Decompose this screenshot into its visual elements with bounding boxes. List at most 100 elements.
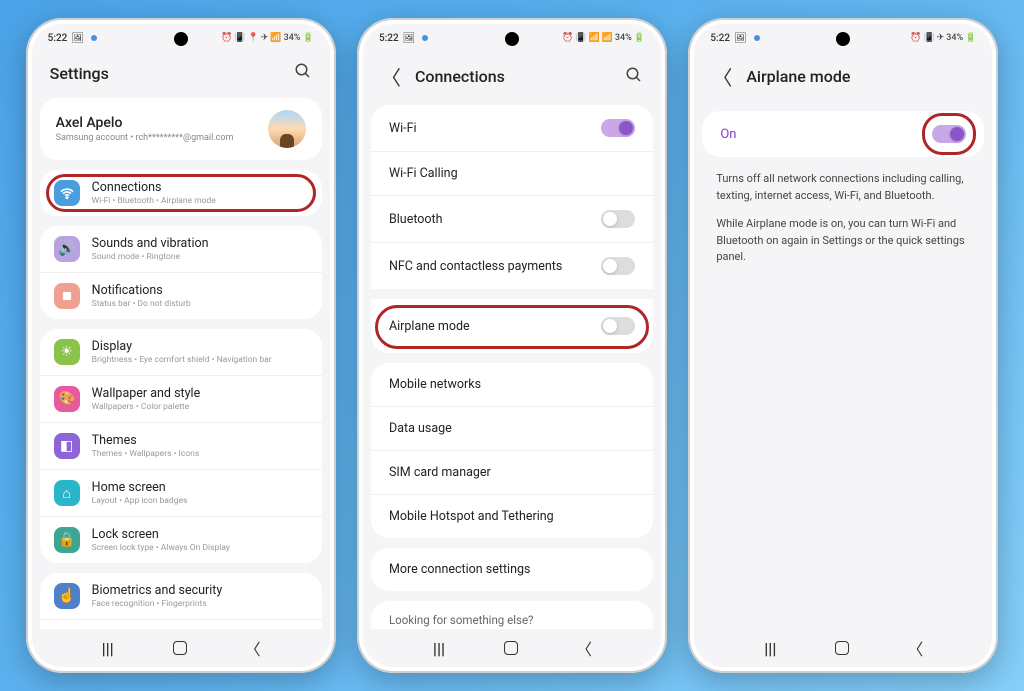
item-label: Notifications (92, 283, 308, 298)
battery-pct: 34% (615, 33, 632, 43)
biometrics-item[interactable]: ☝ Biometrics and security Face recogniti… (40, 573, 322, 619)
looking-title: Looking for something else? (389, 613, 635, 627)
notifications-item[interactable]: Notifications Status bar • Do not distur… (40, 272, 322, 319)
battery-icon: 🔋 (634, 33, 645, 43)
wifi-row[interactable]: Wi-Fi (371, 105, 653, 151)
wallpaper-icon: 🎨 (54, 386, 80, 412)
airplane-icon: ✈ (261, 33, 269, 43)
row-label: Airplane mode (389, 319, 470, 334)
nav-back-button[interactable]: 〈 (576, 636, 592, 660)
bluetooth-row[interactable]: Bluetooth (371, 195, 653, 242)
row-label: More connection settings (389, 562, 530, 577)
battery-pct: 34% (284, 33, 301, 43)
nav-home-button[interactable] (173, 641, 187, 655)
alarm-icon: ⏰ (221, 33, 232, 43)
item-sublabel: Sound mode • Ringtone (92, 252, 308, 262)
item-label: Home screen (92, 480, 308, 495)
nav-recent-button[interactable]: ||| (101, 639, 115, 658)
item-label: Lock screen (92, 527, 308, 542)
nav-back-button[interactable]: 〈 (907, 636, 923, 660)
nfc-toggle[interactable] (601, 257, 635, 275)
phone-frame-1: 5:22 🖼 ⏰ 📳 📍 ✈ 📶 34% 🔋 Settings (26, 18, 336, 673)
gallery-icon: 🖼 (734, 33, 747, 44)
avatar[interactable] (268, 110, 306, 148)
item-sublabel: Layout • App icon badges (92, 496, 308, 506)
themes-item[interactable]: ◧ Themes Themes • Wallpapers • Icons (40, 422, 322, 469)
connections-group-2: Mobile networks Data usage SIM card mana… (371, 363, 653, 538)
vibrate-icon: 📳 (575, 33, 586, 43)
wifi-icon (54, 180, 80, 206)
status-dot-icon (422, 35, 428, 41)
hotspot-row[interactable]: Mobile Hotspot and Tethering (371, 494, 653, 538)
status-dot-icon (754, 35, 760, 41)
nav-home-button[interactable] (504, 641, 518, 655)
signal2-icon: 📶 (602, 33, 613, 43)
display-item[interactable]: ☀ Display Brightness • Eye comfort shiel… (40, 329, 322, 375)
volume-buttons (335, 133, 336, 188)
item-label: Biometrics and security (92, 583, 308, 598)
power-button (666, 278, 667, 318)
settings-group-3: ☀ Display Brightness • Eye comfort shiel… (40, 329, 322, 563)
airplane-toggle[interactable] (601, 317, 635, 335)
power-button (997, 278, 998, 318)
item-sublabel: Brightness • Eye comfort shield • Naviga… (92, 355, 308, 365)
nfc-row[interactable]: NFC and contactless payments (371, 242, 653, 289)
volume-buttons (666, 133, 667, 188)
profile-card[interactable]: Axel Apelo Samsung account • rch********… (40, 98, 322, 160)
row-label: Wi-Fi (389, 121, 417, 136)
wallpaper-item[interactable]: 🎨 Wallpaper and style Wallpapers • Color… (40, 375, 322, 422)
more-settings-row[interactable]: More connection settings (371, 548, 653, 591)
front-camera (174, 32, 188, 46)
connections-group-1: Wi-Fi Wi-Fi Calling Bluetooth NFC and co… (371, 105, 653, 353)
sounds-item[interactable]: 🔊 Sounds and vibration Sound mode • Ring… (40, 226, 322, 272)
vibrate-icon: 📳 (923, 33, 934, 43)
wifi-toggle[interactable] (601, 119, 635, 137)
airplane-mode-row[interactable]: Airplane mode (371, 289, 653, 353)
biometrics-icon: ☝ (54, 583, 80, 609)
airplane-header: 〈 Airplane mode (694, 52, 992, 105)
airplane-on-row[interactable]: On (702, 111, 984, 157)
battery-pct: 34% (946, 33, 963, 43)
battery-icon: 🔋 (965, 33, 976, 43)
nav-recent-button[interactable]: ||| (432, 639, 446, 658)
status-time: 5:22 (710, 33, 730, 44)
on-label: On (720, 127, 736, 142)
mobile-networks-row[interactable]: Mobile networks (371, 363, 653, 406)
airplane-icon: ✈ (937, 33, 945, 43)
airplane-description-1: Turns off all network connections includ… (702, 171, 984, 204)
nav-back-button[interactable]: 〈 (245, 636, 261, 660)
item-sublabel: Status bar • Do not disturb (92, 299, 308, 309)
airplane-on-toggle[interactable] (932, 125, 966, 143)
privacy-item[interactable]: 🛡 Privacy Permission usage • Permission … (40, 619, 322, 629)
item-sublabel: Wi-Fi • Bluetooth • Airplane mode (92, 196, 308, 206)
sim-manager-row[interactable]: SIM card manager (371, 450, 653, 494)
status-dot-icon (91, 35, 97, 41)
signal-icon: 📶 (270, 33, 281, 43)
connections-item[interactable]: Connections Wi-Fi • Bluetooth • Airplane… (40, 170, 322, 216)
search-icon[interactable] (294, 62, 312, 84)
gallery-icon: 🖼 (403, 33, 416, 44)
search-icon[interactable] (625, 66, 643, 88)
lock-screen-item[interactable]: 🔒 Lock screen Screen lock type • Always … (40, 516, 322, 563)
airplane-description-2: While Airplane mode is on, you can turn … (702, 216, 984, 266)
bluetooth-toggle[interactable] (601, 210, 635, 228)
looking-for-card: Looking for something else? Samsung Clou… (371, 601, 653, 629)
notification-icon (54, 283, 80, 309)
item-label: Wallpaper and style (92, 386, 308, 401)
signal1-icon: 📶 (588, 33, 599, 43)
nav-home-button[interactable] (835, 641, 849, 655)
item-sublabel: Face recognition • Fingerprints (92, 599, 308, 609)
data-usage-row[interactable]: Data usage (371, 406, 653, 450)
item-label: Display (92, 339, 308, 354)
nav-recent-button[interactable]: ||| (763, 639, 777, 658)
wifi-calling-row[interactable]: Wi-Fi Calling (371, 151, 653, 195)
alarm-icon: ⏰ (910, 33, 921, 43)
back-button[interactable]: 〈 (712, 62, 732, 91)
settings-group-2: 🔊 Sounds and vibration Sound mode • Ring… (40, 226, 322, 319)
row-label: Mobile networks (389, 377, 481, 392)
gallery-icon: 🖼 (71, 33, 84, 44)
home-screen-item[interactable]: ⌂ Home screen Layout • App icon badges (40, 469, 322, 516)
phone-frame-2: 5:22 🖼 ⏰ 📳 📶 📶 34% 🔋 〈 Connections (357, 18, 667, 673)
alarm-icon: ⏰ (562, 33, 573, 43)
back-button[interactable]: 〈 (381, 62, 401, 91)
